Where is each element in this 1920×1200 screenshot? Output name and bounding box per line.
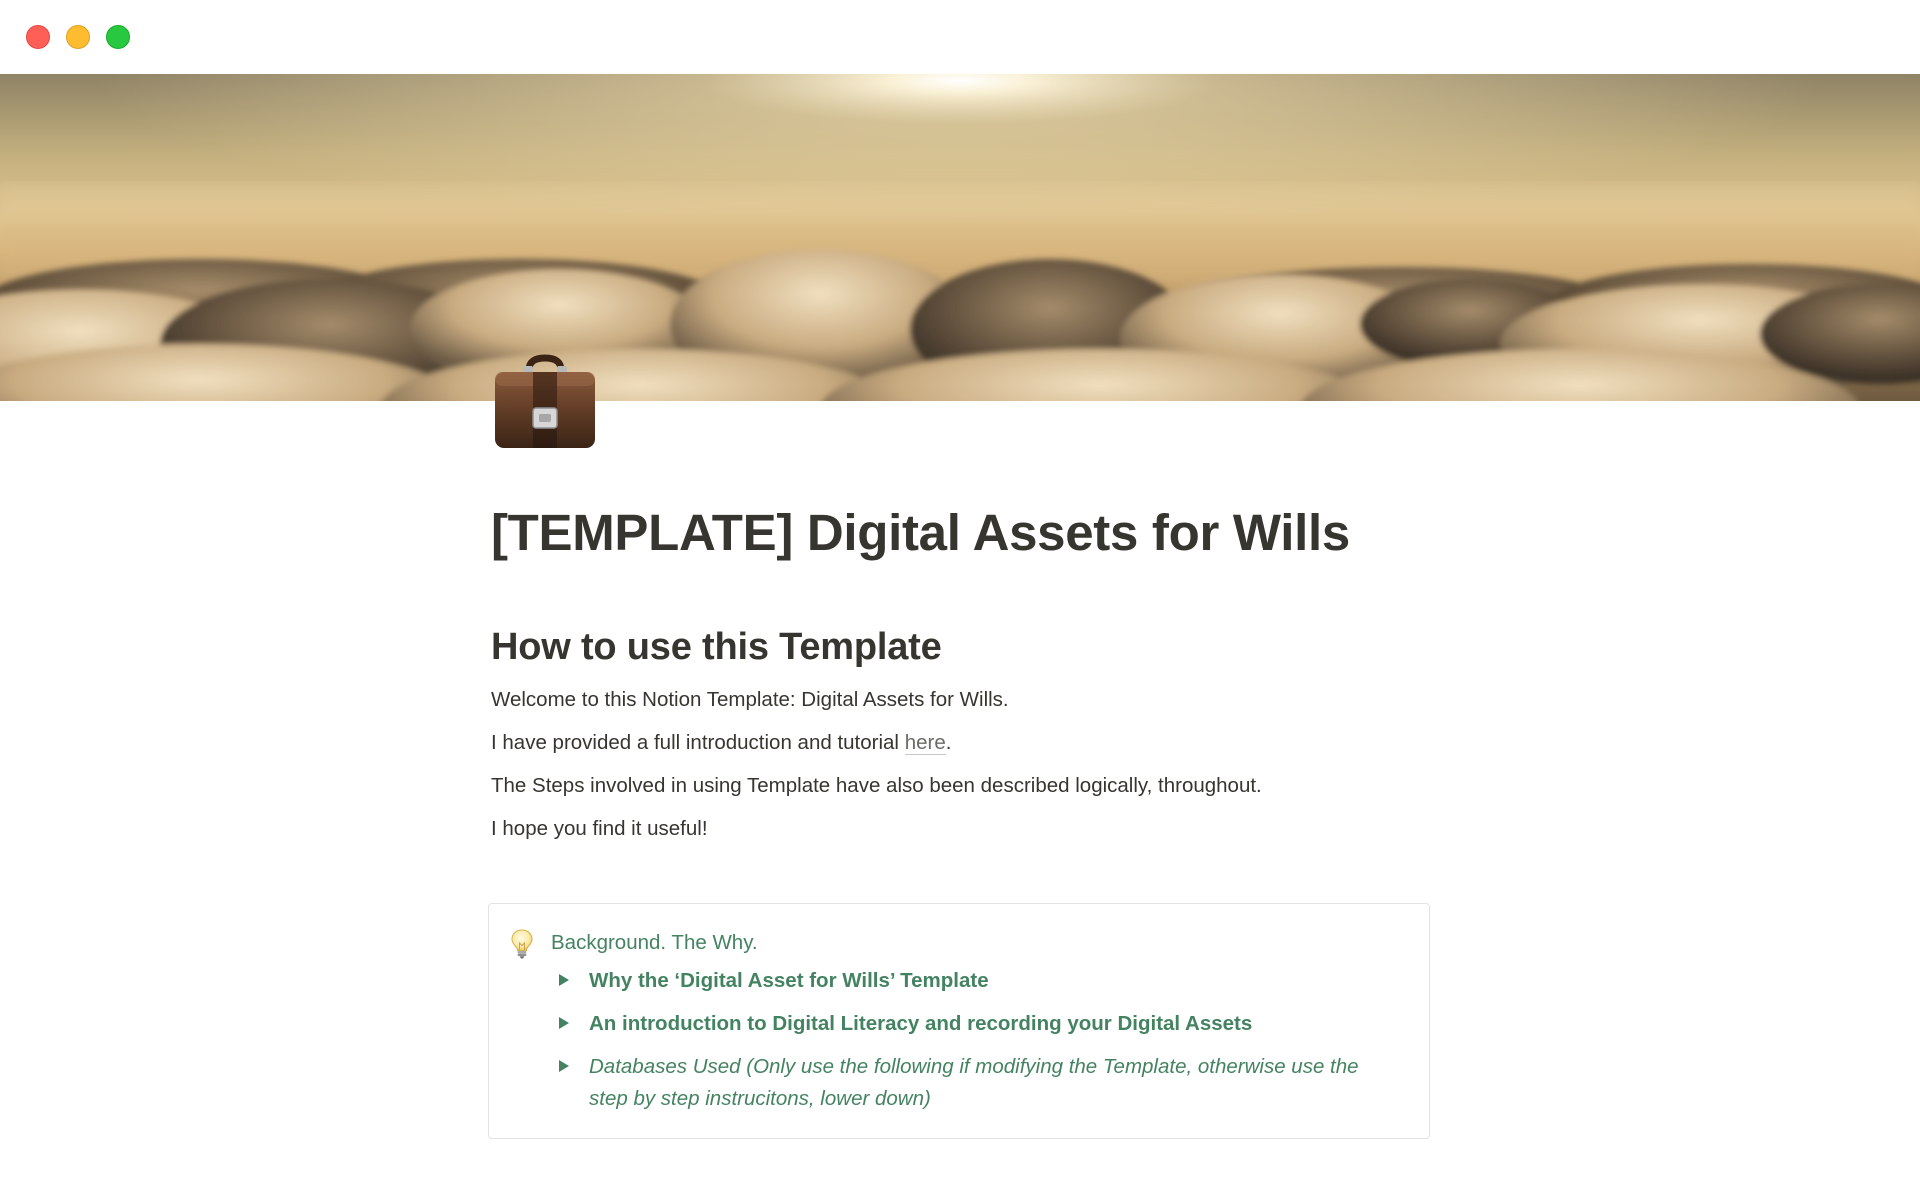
maximize-window-button[interactable] (106, 25, 130, 49)
toggle-arrow-icon[interactable] (559, 1060, 569, 1072)
close-window-button[interactable] (26, 25, 50, 49)
page-cover-image[interactable] (0, 74, 1920, 401)
tutorial-link[interactable]: here (904, 730, 946, 755)
page-title[interactable]: [TEMPLATE] Digital Assets for Wills (491, 502, 1431, 563)
cover-clouds-image (0, 74, 1920, 401)
app-window: [TEMPLATE] Digital Assets for Wills How … (0, 0, 1920, 1200)
paragraph-closing[interactable]: I hope you find it useful! (491, 814, 1431, 844)
paragraph-steps[interactable]: The Steps involved in using Template hav… (491, 771, 1431, 801)
paragraph-tutorial[interactable]: I have provided a full introduction and … (491, 728, 1431, 758)
paragraph-tutorial-text: I have provided a full introduction and … (491, 730, 905, 754)
toggle-arrow-icon[interactable] (559, 1017, 569, 1029)
lightbulb-icon[interactable] (509, 928, 535, 960)
briefcase-icon[interactable] (489, 352, 601, 452)
window-titlebar (0, 0, 1920, 74)
toggle-label[interactable]: Databases Used (Only use the following i… (589, 1051, 1389, 1115)
toggle-label[interactable]: An introduction to Digital Literacy and … (589, 1008, 1389, 1040)
toggle-label[interactable]: Why the ‘Digital Asset for Wills’ Templa… (589, 965, 1389, 997)
section-heading[interactable]: How to use this Template (491, 623, 1431, 672)
toggle-arrow-icon[interactable] (559, 974, 569, 986)
background-callout[interactable]: Background. The Why. Why the ‘Digital As… (488, 903, 1430, 1139)
minimize-window-button[interactable] (66, 25, 90, 49)
callout-title[interactable]: Background. The Why. (551, 928, 758, 958)
paragraph-tutorial-period: . (945, 730, 952, 754)
paragraph-welcome[interactable]: Welcome to this Notion Template: Digital… (491, 685, 1431, 715)
page-content: [TEMPLATE] Digital Assets for Wills How … (488, 470, 1431, 1139)
